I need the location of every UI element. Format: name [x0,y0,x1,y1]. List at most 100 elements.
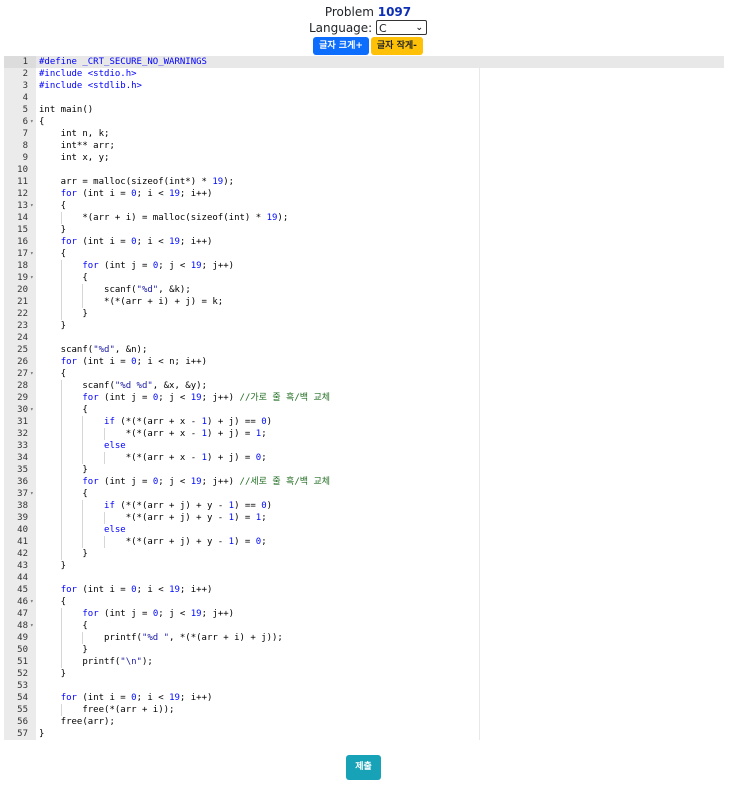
fold-toggle-icon[interactable]: ▾ [30,116,36,128]
code-editor[interactable]: 1 #define _CRT_SECURE_NO_WARNINGS 2 #includ… [4,56,724,740]
code-line[interactable]: 53 [4,680,724,692]
code-line[interactable]: 31 if (*(*(arr + x - 1) + j) == 0) [4,416,724,428]
code-line[interactable]: 41 *(*(arr + j) + y - 1) = 0; [4,536,724,548]
line-number: 42 [17,549,28,559]
code-line[interactable]: 25 scanf("%d", &n); [4,344,724,356]
code-line[interactable]: 38 if (*(*(arr + j) + y - 1) == 0) [4,500,724,512]
line-number: 10 [17,165,28,175]
code-line[interactable]: 49 printf("%d ", *(*(arr + i) + j)); [4,632,724,644]
code-line[interactable]: 43 } [4,560,724,572]
code-line[interactable]: 16 for (int i = 0; i < 19; i++) [4,236,724,248]
line-number: 7 [22,129,28,139]
language-row: Language: C ⌄ [0,20,736,36]
fold-toggle-icon[interactable]: ▾ [30,488,36,500]
code-text: free(arr); [39,717,115,727]
code-line[interactable]: 46 ▾ { [4,596,724,608]
code-line[interactable]: 17 ▾ { [4,248,724,260]
submit-button[interactable]: 제출 [346,755,381,780]
line-number: 12 [17,189,28,199]
line-number: 27 [17,369,28,379]
code-text: printf("%d ", *(*(arr + i) + j)); [39,633,283,643]
code-line[interactable]: 42 } [4,548,724,560]
code-line[interactable]: 8 int** arr; [4,140,724,152]
code-line[interactable]: 30 ▾ { [4,404,724,416]
code-line[interactable]: 32 *(*(arr + x - 1) + j) = 1; [4,428,724,440]
line-number: 48 [17,621,28,631]
code-line[interactable]: 47 for (int j = 0; j < 19; j++) [4,608,724,620]
font-decrease-button[interactable]: 글자 작게- [370,37,423,55]
code-line[interactable]: 37 ▾ { [4,488,724,500]
code-line[interactable]: 51 printf("\n"); [4,656,724,668]
code-line[interactable]: 48 ▾ { [4,620,724,632]
code-line[interactable]: 35 } [4,464,724,476]
code-line[interactable]: 44 [4,572,724,584]
code-line[interactable]: 55 free(*(arr + i)); [4,704,724,716]
code-line[interactable]: 6 ▾{ [4,116,724,128]
code-line[interactable]: 3 #include <stdlib.h> [4,80,724,92]
code-line[interactable]: 54 for (int i = 0; i < 19; i++) [4,692,724,704]
code-text: for (int i = 0; i < 19; i++) [60,585,213,595]
code-line[interactable]: 29 for (int j = 0; j < 19; j++) //가로 줄 흑… [4,392,724,404]
code-text: for (int j = 0; j < 19; j++) //세로 줄 흑/백 … [82,477,331,487]
code-line[interactable]: 23 } [4,320,724,332]
code-text: #define _CRT_SECURE_NO_WARNINGS [39,57,207,67]
fold-toggle-icon[interactable]: ▾ [30,200,36,212]
fold-toggle-icon[interactable]: ▾ [30,596,36,608]
code-line[interactable]: 15 } [4,224,724,236]
code-line[interactable]: 10 [4,164,724,176]
problem-number-link[interactable]: 1097 [378,5,411,19]
code-text: scanf("%d", &n); [39,345,148,355]
code-text: arr = malloc(sizeof(int*) * 19); [39,177,235,187]
code-text: *(arr + i) = malloc(sizeof(int) * 19); [39,213,289,223]
code-line[interactable]: 56 free(arr); [4,716,724,728]
line-number: 17 [17,249,28,259]
code-line[interactable]: 57} [4,728,724,740]
font-size-controls: 글자 크게+ 글자 작게- [0,37,736,55]
code-line[interactable]: 50 } [4,644,724,656]
code-line[interactable]: 39 *(*(arr + j) + y - 1) = 1; [4,512,724,524]
code-line[interactable]: 9 int x, y; [4,152,724,164]
code-line[interactable]: 19 ▾ { [4,272,724,284]
code-line[interactable]: 4 [4,92,724,104]
code-text: } [39,561,67,571]
fold-toggle-icon[interactable]: ▾ [30,248,36,260]
language-select[interactable]: C ⌄ [376,20,428,35]
line-number: 4 [22,93,28,103]
code-line[interactable]: 2 #include <stdio.h> [4,68,724,80]
fold-toggle-icon[interactable]: ▾ [30,368,36,380]
fold-toggle-icon[interactable]: ▾ [30,620,36,632]
code-line[interactable]: 1 #define _CRT_SECURE_NO_WARNINGS [4,56,724,68]
code-line[interactable]: 21 *(*(arr + i) + j) = k; [4,296,724,308]
code-line[interactable]: 12 for (int i = 0; i < 19; i++) [4,188,724,200]
code-line[interactable]: 26 for (int i = 0; i < n; i++) [4,356,724,368]
line-number: 37 [17,489,28,499]
line-number: 41 [17,537,28,547]
code-text: } [39,465,88,475]
code-line[interactable]: 36 for (int j = 0; j < 19; j++) //세로 줄 흑… [4,476,724,488]
code-line[interactable]: 28 scanf("%d %d", &x, &y); [4,380,724,392]
code-line[interactable]: 27 ▾ { [4,368,724,380]
code-line[interactable]: 20 scanf("%d", &k); [4,284,724,296]
code-lines[interactable]: 1 #define _CRT_SECURE_NO_WARNINGS 2 #includ… [4,56,724,740]
code-line[interactable]: 52 } [4,668,724,680]
code-line[interactable]: 5 int main() [4,104,724,116]
fold-toggle-icon[interactable]: ▾ [30,404,36,416]
code-line[interactable]: 13 ▾ { [4,200,724,212]
code-line[interactable]: 18 for (int j = 0; j < 19; j++) [4,260,724,272]
code-line[interactable]: 45 for (int i = 0; i < 19; i++) [4,584,724,596]
code-line[interactable]: 24 [4,332,724,344]
code-text: } [39,225,67,235]
font-increase-button[interactable]: 글자 크게+ [313,37,369,55]
code-line[interactable]: 11 arr = malloc(sizeof(int*) * 19); [4,176,724,188]
code-text: int** arr; [39,141,115,151]
code-text: for (int j = 0; j < 19; j++) [82,261,235,271]
fold-toggle-icon[interactable]: ▾ [30,272,36,284]
code-line[interactable]: 14 *(arr + i) = malloc(sizeof(int) * 19)… [4,212,724,224]
code-text: { [39,369,67,379]
code-line[interactable]: 40 else [4,524,724,536]
code-line[interactable]: 22 } [4,308,724,320]
code-line[interactable]: 34 *(*(arr + x - 1) + j) = 0; [4,452,724,464]
chevron-down-icon: ⌄ [415,23,424,33]
code-line[interactable]: 33 else [4,440,724,452]
code-line[interactable]: 7 int n, k; [4,128,724,140]
